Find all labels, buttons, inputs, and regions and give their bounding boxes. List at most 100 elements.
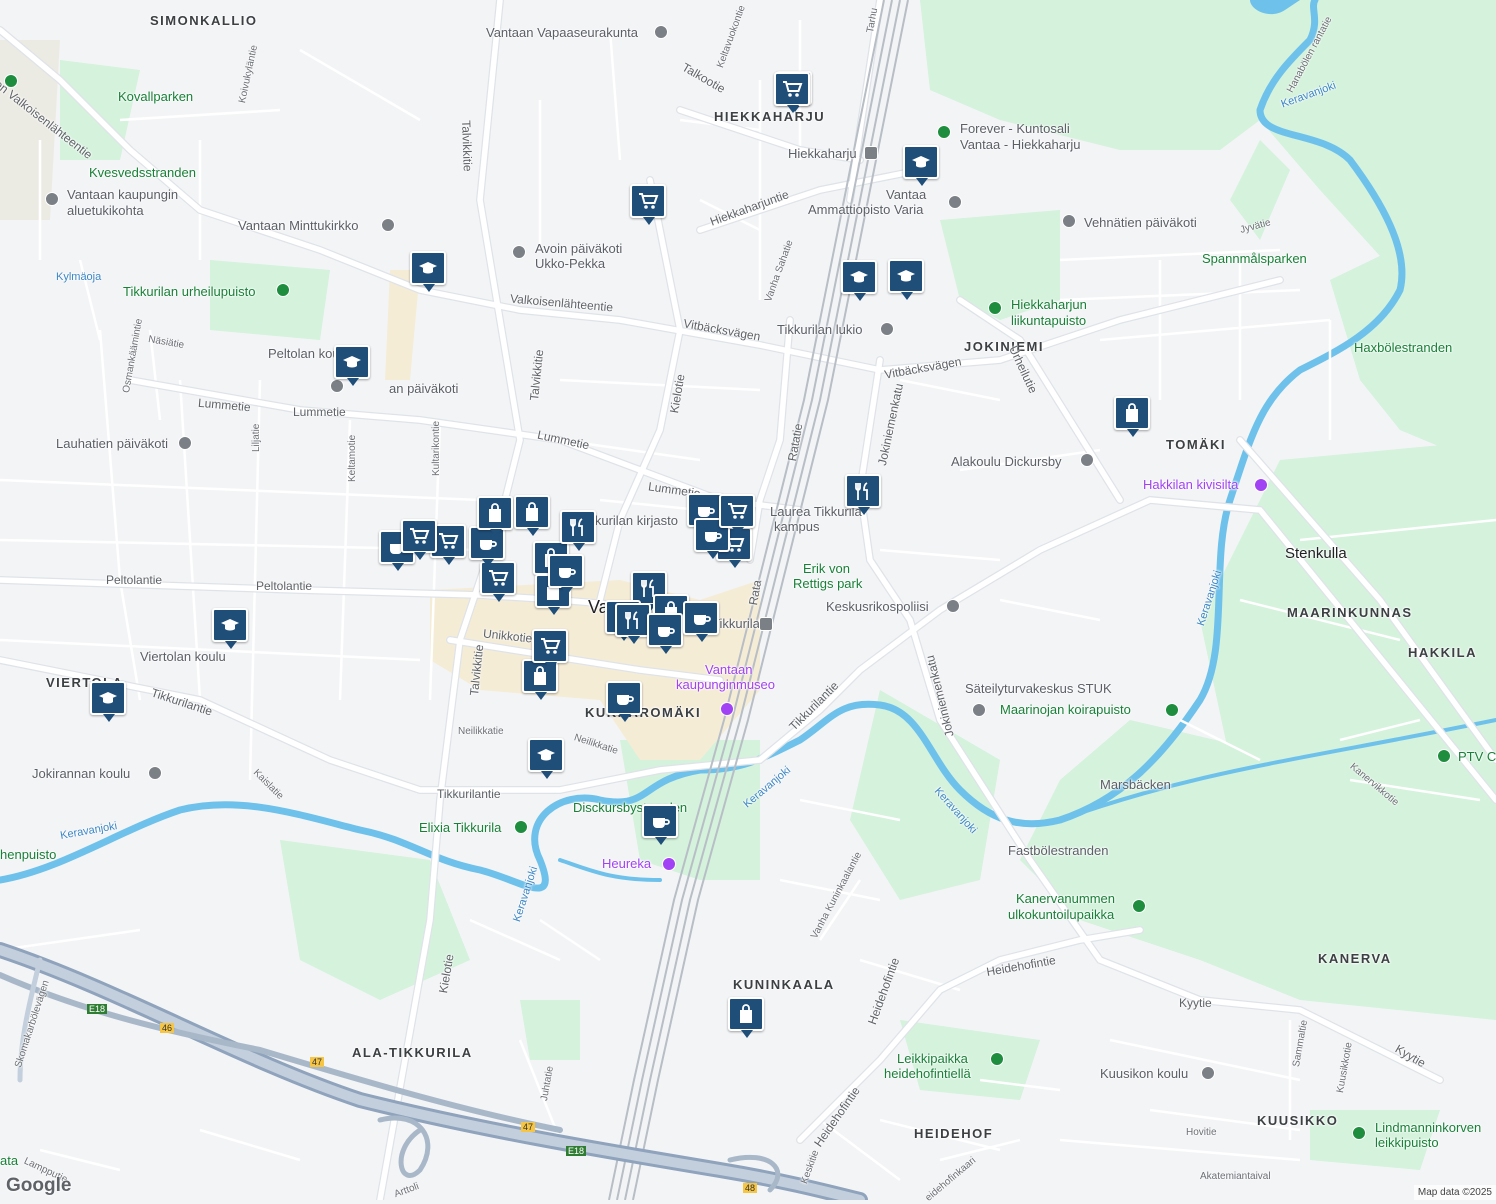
grocery-store-marker[interactable] <box>401 519 437 560</box>
church-icon[interactable] <box>654 25 668 39</box>
area-label-kuninkaala: KUNINKAALA <box>733 977 835 992</box>
area-label-kanerva: KANERVA <box>1318 951 1392 966</box>
road-shield-48: 48 <box>743 1183 758 1193</box>
government-icon[interactable] <box>972 703 986 717</box>
place-label-kaupunginmuseo-2: kaupunginmuseo <box>676 677 776 692</box>
train-station-icon[interactable] <box>864 146 878 160</box>
cafe-icon <box>617 695 634 705</box>
school-marker[interactable] <box>903 145 939 186</box>
place-label-laurea-2: kampus <box>774 519 820 534</box>
cafe-marker[interactable] <box>683 601 719 642</box>
place-label-heureka: Heureka <box>602 856 652 871</box>
grocery-store-marker[interactable] <box>774 72 810 113</box>
school-marker[interactable] <box>528 738 564 779</box>
school-marker[interactable] <box>212 608 248 649</box>
shopping-bag-icon <box>740 1004 752 1023</box>
grocery-store-marker[interactable] <box>532 629 568 670</box>
park-label-leikkipaikka-2: heidehofintiellä <box>884 1066 971 1081</box>
daycare-icon[interactable] <box>330 379 344 393</box>
daycare-icon[interactable] <box>512 245 526 259</box>
shopping-bag-marker[interactable] <box>514 495 550 536</box>
school-marker[interactable] <box>841 260 877 301</box>
school-icon <box>912 156 930 168</box>
restaurant-marker[interactable] <box>845 474 881 515</box>
police-icon[interactable] <box>946 599 960 613</box>
place-label-hakkilan-kivisilta: Hakkilan kivisilta <box>1143 477 1239 492</box>
park-icon[interactable] <box>1437 749 1451 763</box>
daycare-icon[interactable] <box>178 436 192 450</box>
daycare-icon[interactable] <box>1062 214 1076 228</box>
park-label-kvesvedsstranden: Kvesvedsstranden <box>89 165 196 180</box>
cafe-marker[interactable] <box>548 554 584 595</box>
road-shield-47: 47 <box>521 1122 536 1132</box>
train-station-icon[interactable] <box>759 617 773 631</box>
grocery-store-icon <box>410 528 430 544</box>
park-label-urheilupuisto: Tikkurilan urheilupuisto <box>123 284 256 299</box>
school-marker[interactable] <box>90 681 126 722</box>
road-shield-e18: E18 <box>566 1146 587 1156</box>
street-label-peltolantie-1: Peltolantie <box>106 573 163 587</box>
grocery-store-icon <box>639 193 659 209</box>
playground-icon[interactable] <box>990 1052 1004 1066</box>
school-icon <box>343 356 361 368</box>
school-icon[interactable] <box>1080 453 1094 467</box>
place-label-tikkurilan-lukio: Tikkurilan lukio <box>777 322 863 337</box>
cafe-marker[interactable] <box>642 804 678 845</box>
shopping-bag-marker[interactable] <box>477 496 513 537</box>
school-marker[interactable] <box>410 251 446 292</box>
place-label-kaupunginmuseo-1: Vantaan <box>705 662 753 677</box>
school-icon <box>419 262 437 274</box>
road-shield-e18: E18 <box>87 1004 108 1014</box>
playground-icon[interactable] <box>1352 1126 1366 1140</box>
school-icon[interactable] <box>880 322 894 336</box>
school-marker[interactable] <box>334 345 370 386</box>
fitness-icon[interactable] <box>1132 899 1146 913</box>
dog-park-icon[interactable] <box>1165 703 1179 717</box>
street-label-kultarikontie: Kultarikontie <box>431 420 442 476</box>
place-label-elixia-tikkurila: Elixia Tikkurila <box>419 820 502 835</box>
water-label-kylmaoja: Kylmäoja <box>56 271 102 283</box>
restaurant-marker[interactable] <box>560 510 596 551</box>
station-label-hiekkaharju: Hiekkaharju <box>788 146 857 161</box>
church-icon[interactable] <box>381 218 395 232</box>
gym-icon[interactable] <box>937 125 951 139</box>
government-icon[interactable] <box>45 192 59 206</box>
grocery-store-marker[interactable] <box>630 184 666 225</box>
grocery-store-marker[interactable] <box>719 494 755 535</box>
park-label-kanervanummi-2: ulkokuntoilupaikka <box>1008 907 1115 922</box>
shopping-bag-marker[interactable] <box>728 997 764 1038</box>
gym-icon[interactable] <box>514 820 528 834</box>
street-label-peltolantie-2: Peltolantie <box>256 579 313 593</box>
school-marker[interactable] <box>888 259 924 300</box>
google-logo: Google <box>6 1175 72 1196</box>
place-label-forever-2: Vantaa - Hiekkaharju <box>960 137 1081 152</box>
school-icon <box>221 619 239 631</box>
shopping-bag-marker[interactable] <box>1114 396 1150 437</box>
area-label-simonkallio: SIMONKALLIO <box>150 13 258 28</box>
area-label-stenkulla: Stenkulla <box>1285 545 1347 562</box>
museum-icon[interactable] <box>720 702 734 716</box>
school-icon[interactable] <box>148 766 162 780</box>
park-label-lindmanni-1: Lindmanninkorven <box>1375 1120 1482 1135</box>
school-icon[interactable] <box>948 195 962 209</box>
place-label-forever-1: Forever - Kuntosali <box>960 121 1070 136</box>
park-icon[interactable] <box>276 283 290 297</box>
school-icon[interactable] <box>1201 1066 1215 1080</box>
map-attribution[interactable]: Map data ©2025 <box>1413 1185 1496 1200</box>
restaurant-marker[interactable] <box>615 603 651 644</box>
sports-icon[interactable] <box>988 301 1002 315</box>
school-icon <box>897 270 915 282</box>
park-label-leikkipaikka-1: Leikkipaikka <box>897 1051 968 1066</box>
landmark-icon[interactable] <box>1254 478 1268 492</box>
area-label-ala-tikkurila: ALA-TIKKURILA <box>352 1045 473 1060</box>
place-label-keskusrikospoliisi: Keskusrikospoliisi <box>826 599 929 614</box>
area-label-hakkila: HAKKILA <box>1408 645 1477 660</box>
museum-icon[interactable] <box>662 857 676 871</box>
cafe-marker[interactable] <box>647 613 683 654</box>
grocery-store-icon <box>439 533 459 549</box>
shopping-bag-icon <box>526 502 538 521</box>
place-label-ukko-pekka-2: Ukko-Pekka <box>535 256 606 271</box>
park-label-erik-von-1: Erik von <box>803 561 850 576</box>
park-label-lindmanni-2: leikkipuisto <box>1375 1135 1439 1150</box>
cafe-marker[interactable] <box>606 681 642 722</box>
